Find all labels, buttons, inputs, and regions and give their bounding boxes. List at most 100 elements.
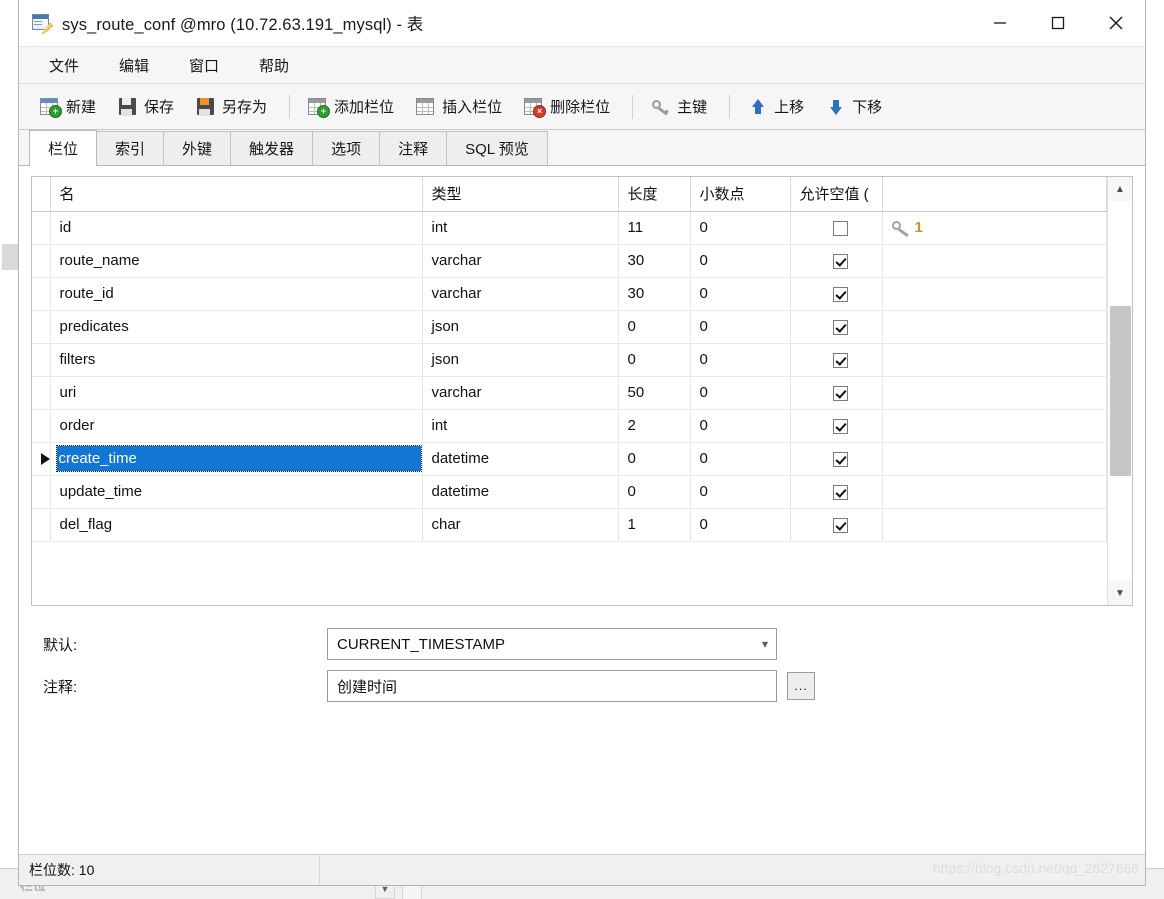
cell-field-nullable[interactable] <box>790 211 883 245</box>
scroll-down-arrow-icon[interactable]: ▼ <box>1108 581 1132 605</box>
table-row[interactable]: uri varchar 50 0 <box>32 376 1107 410</box>
checkbox-checked-icon[interactable] <box>832 517 848 533</box>
tab-foreign-keys[interactable]: 外键 <box>163 131 232 165</box>
grid-vertical-scrollbar[interactable]: ▲ ▼ <box>1107 177 1132 605</box>
checkbox-checked-icon[interactable] <box>832 385 848 401</box>
menu-item-file[interactable]: 文件 <box>33 51 95 80</box>
tab-comment[interactable]: 注释 <box>379 131 448 165</box>
table-row[interactable]: order int 2 0 <box>32 409 1107 443</box>
cell-field-name[interactable]: update_time <box>50 475 423 509</box>
cell-field-decimals[interactable]: 0 <box>690 343 791 377</box>
checkbox-checked-icon[interactable] <box>832 418 848 434</box>
checkbox-checked-icon[interactable] <box>832 319 848 335</box>
checkbox-checked-icon[interactable] <box>832 286 848 302</box>
move-up-button[interactable]: 上移 <box>739 89 813 125</box>
cell-field-length[interactable]: 2 <box>618 409 691 443</box>
cell-field-length[interactable]: 1 <box>618 508 691 542</box>
cell-primary-key[interactable] <box>882 475 1107 509</box>
cell-primary-key[interactable] <box>882 508 1107 542</box>
cell-field-nullable[interactable] <box>790 277 883 311</box>
cell-field-name[interactable]: predicates <box>50 310 423 344</box>
primary-key-button[interactable]: 主键 <box>642 89 716 125</box>
cell-field-nullable[interactable] <box>790 409 883 443</box>
table-row[interactable]: del_flag char 1 0 <box>32 508 1107 542</box>
save-button[interactable]: 保存 <box>109 89 183 125</box>
table-row[interactable]: filters json 0 0 <box>32 343 1107 377</box>
cell-field-type[interactable]: datetime <box>422 475 619 509</box>
cell-field-decimals[interactable]: 0 <box>690 277 791 311</box>
cell-field-name[interactable]: create_time <box>50 442 423 476</box>
cell-field-decimals[interactable]: 0 <box>690 310 791 344</box>
cell-field-name[interactable]: filters <box>50 343 423 377</box>
row-indicator[interactable] <box>32 376 51 410</box>
scroll-track[interactable] <box>1108 201 1132 581</box>
cell-field-length[interactable]: 30 <box>618 277 691 311</box>
column-header-nullable[interactable]: 允许空值 ( <box>790 177 883 212</box>
cell-field-decimals[interactable]: 0 <box>690 211 791 245</box>
comment-ellipsis-button[interactable]: ... <box>787 672 815 700</box>
cell-field-decimals[interactable]: 0 <box>690 442 791 476</box>
cell-field-length[interactable]: 0 <box>618 310 691 344</box>
cell-field-nullable[interactable] <box>790 442 883 476</box>
cell-field-length[interactable]: 0 <box>618 475 691 509</box>
column-header-key[interactable] <box>882 177 1107 212</box>
cell-field-type[interactable]: int <box>422 409 619 443</box>
checkbox-checked-icon[interactable] <box>832 451 848 467</box>
row-indicator[interactable] <box>32 508 51 542</box>
cell-field-decimals[interactable]: 0 <box>690 244 791 278</box>
cell-field-type[interactable]: char <box>422 508 619 542</box>
cell-primary-key[interactable] <box>882 409 1107 443</box>
cell-field-decimals[interactable]: 0 <box>690 376 791 410</box>
checkbox-unchecked-icon[interactable] <box>832 220 848 236</box>
cell-field-name[interactable]: order <box>50 409 423 443</box>
cell-primary-key[interactable] <box>882 376 1107 410</box>
column-header-name[interactable]: 名 <box>50 177 423 212</box>
row-indicator[interactable] <box>32 277 51 311</box>
close-button[interactable] <box>1087 0 1145 46</box>
cell-field-length[interactable]: 0 <box>618 442 691 476</box>
cell-field-type[interactable]: datetime <box>422 442 619 476</box>
selected-cell[interactable]: create_time <box>55 445 422 472</box>
column-header-length[interactable]: 长度 <box>618 177 691 212</box>
default-value-combobox[interactable]: CURRENT_TIMESTAMP ▾ <box>327 628 777 660</box>
column-header-decimals[interactable]: 小数点 <box>690 177 791 212</box>
tab-triggers[interactable]: 触发器 <box>230 131 314 165</box>
cell-field-nullable[interactable] <box>790 475 883 509</box>
cell-field-nullable[interactable] <box>790 376 883 410</box>
add-field-button[interactable]: + 添加栏位 <box>299 89 403 125</box>
insert-field-button[interactable]: 插入栏位 <box>407 89 511 125</box>
scroll-up-arrow-icon[interactable]: ▲ <box>1108 177 1132 201</box>
row-indicator[interactable] <box>32 211 51 245</box>
checkbox-checked-icon[interactable] <box>832 352 848 368</box>
menu-item-window[interactable]: 窗口 <box>173 51 235 80</box>
row-indicator[interactable] <box>32 409 51 443</box>
cell-field-length[interactable]: 30 <box>618 244 691 278</box>
cell-primary-key[interactable] <box>882 310 1107 344</box>
menu-item-edit[interactable]: 编辑 <box>103 51 165 80</box>
cell-field-decimals[interactable]: 0 <box>690 475 791 509</box>
cell-field-type[interactable]: int <box>422 211 619 245</box>
cell-field-name[interactable]: id <box>50 211 423 245</box>
cell-field-decimals[interactable]: 0 <box>690 508 791 542</box>
table-row[interactable]: predicates json 0 0 <box>32 310 1107 344</box>
cell-field-name[interactable]: uri <box>50 376 423 410</box>
menu-item-help[interactable]: 帮助 <box>243 51 305 80</box>
row-indicator[interactable] <box>32 310 51 344</box>
checkbox-checked-icon[interactable] <box>832 253 848 269</box>
tab-indexes[interactable]: 索引 <box>96 131 165 165</box>
delete-field-button[interactable]: × 删除栏位 <box>515 89 619 125</box>
cell-field-type[interactable]: json <box>422 310 619 344</box>
new-button[interactable]: + 新建 <box>31 89 105 125</box>
row-indicator[interactable] <box>32 475 51 509</box>
cell-field-nullable[interactable] <box>790 244 883 278</box>
cell-field-nullable[interactable] <box>790 508 883 542</box>
cell-field-type[interactable]: json <box>422 343 619 377</box>
column-header-type[interactable]: 类型 <box>422 177 619 212</box>
cell-field-name[interactable]: del_flag <box>50 508 423 542</box>
cell-field-type[interactable]: varchar <box>422 376 619 410</box>
tab-options[interactable]: 选项 <box>312 131 381 165</box>
cell-field-nullable[interactable] <box>790 343 883 377</box>
save-as-button[interactable]: 另存为 <box>187 89 276 125</box>
cell-field-length[interactable]: 11 <box>618 211 691 245</box>
tab-sql-preview[interactable]: SQL 预览 <box>446 131 548 165</box>
